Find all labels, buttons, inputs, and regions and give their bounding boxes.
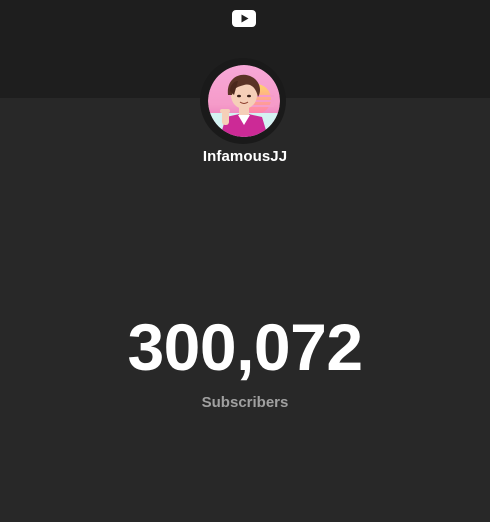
- subscriber-label: Subscribers: [201, 394, 289, 411]
- channel-avatar[interactable]: [208, 65, 280, 137]
- youtube-play-icon[interactable]: [232, 10, 256, 27]
- channel-name[interactable]: InfamousJJ: [0, 148, 490, 165]
- subscriber-count: 300,072: [127, 310, 363, 384]
